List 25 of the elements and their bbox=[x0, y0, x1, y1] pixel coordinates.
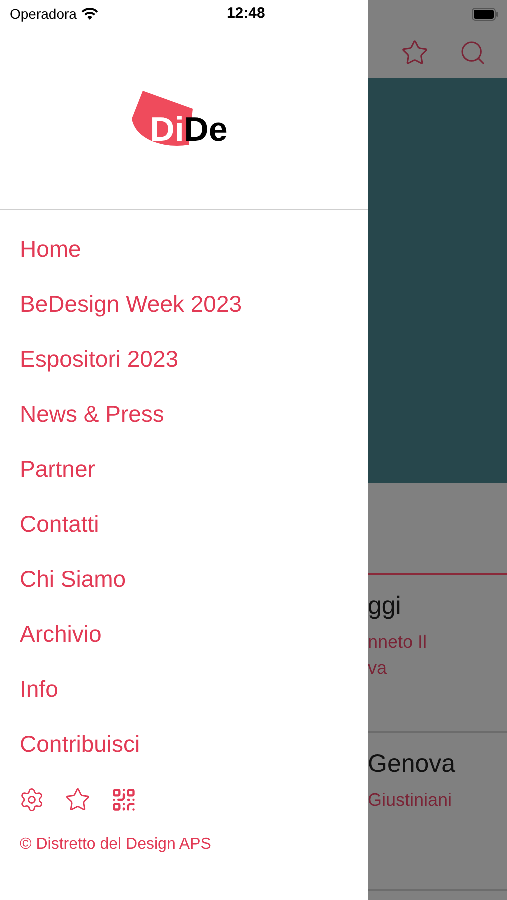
card-subtitle: va bbox=[368, 657, 388, 680]
copyright-text: © Distretto del Design APS bbox=[19, 835, 212, 855]
menu-item[interactable]: Home bbox=[20, 233, 348, 288]
menu-item[interactable]: Espositori 2023 bbox=[20, 343, 348, 398]
search-icon[interactable] bbox=[459, 39, 487, 67]
settings-icon[interactable] bbox=[19, 787, 45, 813]
qr-code-icon[interactable] bbox=[111, 787, 137, 813]
star-icon[interactable] bbox=[401, 39, 429, 67]
carrier-name: Operadora bbox=[10, 4, 77, 24]
menu-item[interactable]: News & Press bbox=[20, 398, 348, 453]
menu-item[interactable]: Chi Siamo bbox=[20, 563, 348, 618]
menu-item[interactable]: Contribuisci bbox=[20, 728, 348, 783]
card-title: Genova bbox=[368, 749, 457, 780]
wifi-icon bbox=[80, 8, 99, 20]
battery-icon bbox=[472, 8, 499, 20]
star-icon[interactable] bbox=[65, 787, 91, 813]
card-title: ggi bbox=[368, 591, 402, 622]
card-subtitle: nneto Il bbox=[368, 631, 428, 654]
menu-item[interactable]: BeDesign Week 2023 bbox=[20, 288, 348, 343]
menu-item[interactable]: Info bbox=[20, 673, 348, 728]
status-time: 12:48 bbox=[226, 4, 266, 24]
card-subtitle: Giustiniani bbox=[368, 789, 454, 812]
menu-item[interactable]: Archivio bbox=[20, 618, 348, 673]
menu-item[interactable]: Partner bbox=[20, 453, 348, 508]
menu-item[interactable]: Contatti bbox=[20, 508, 348, 563]
